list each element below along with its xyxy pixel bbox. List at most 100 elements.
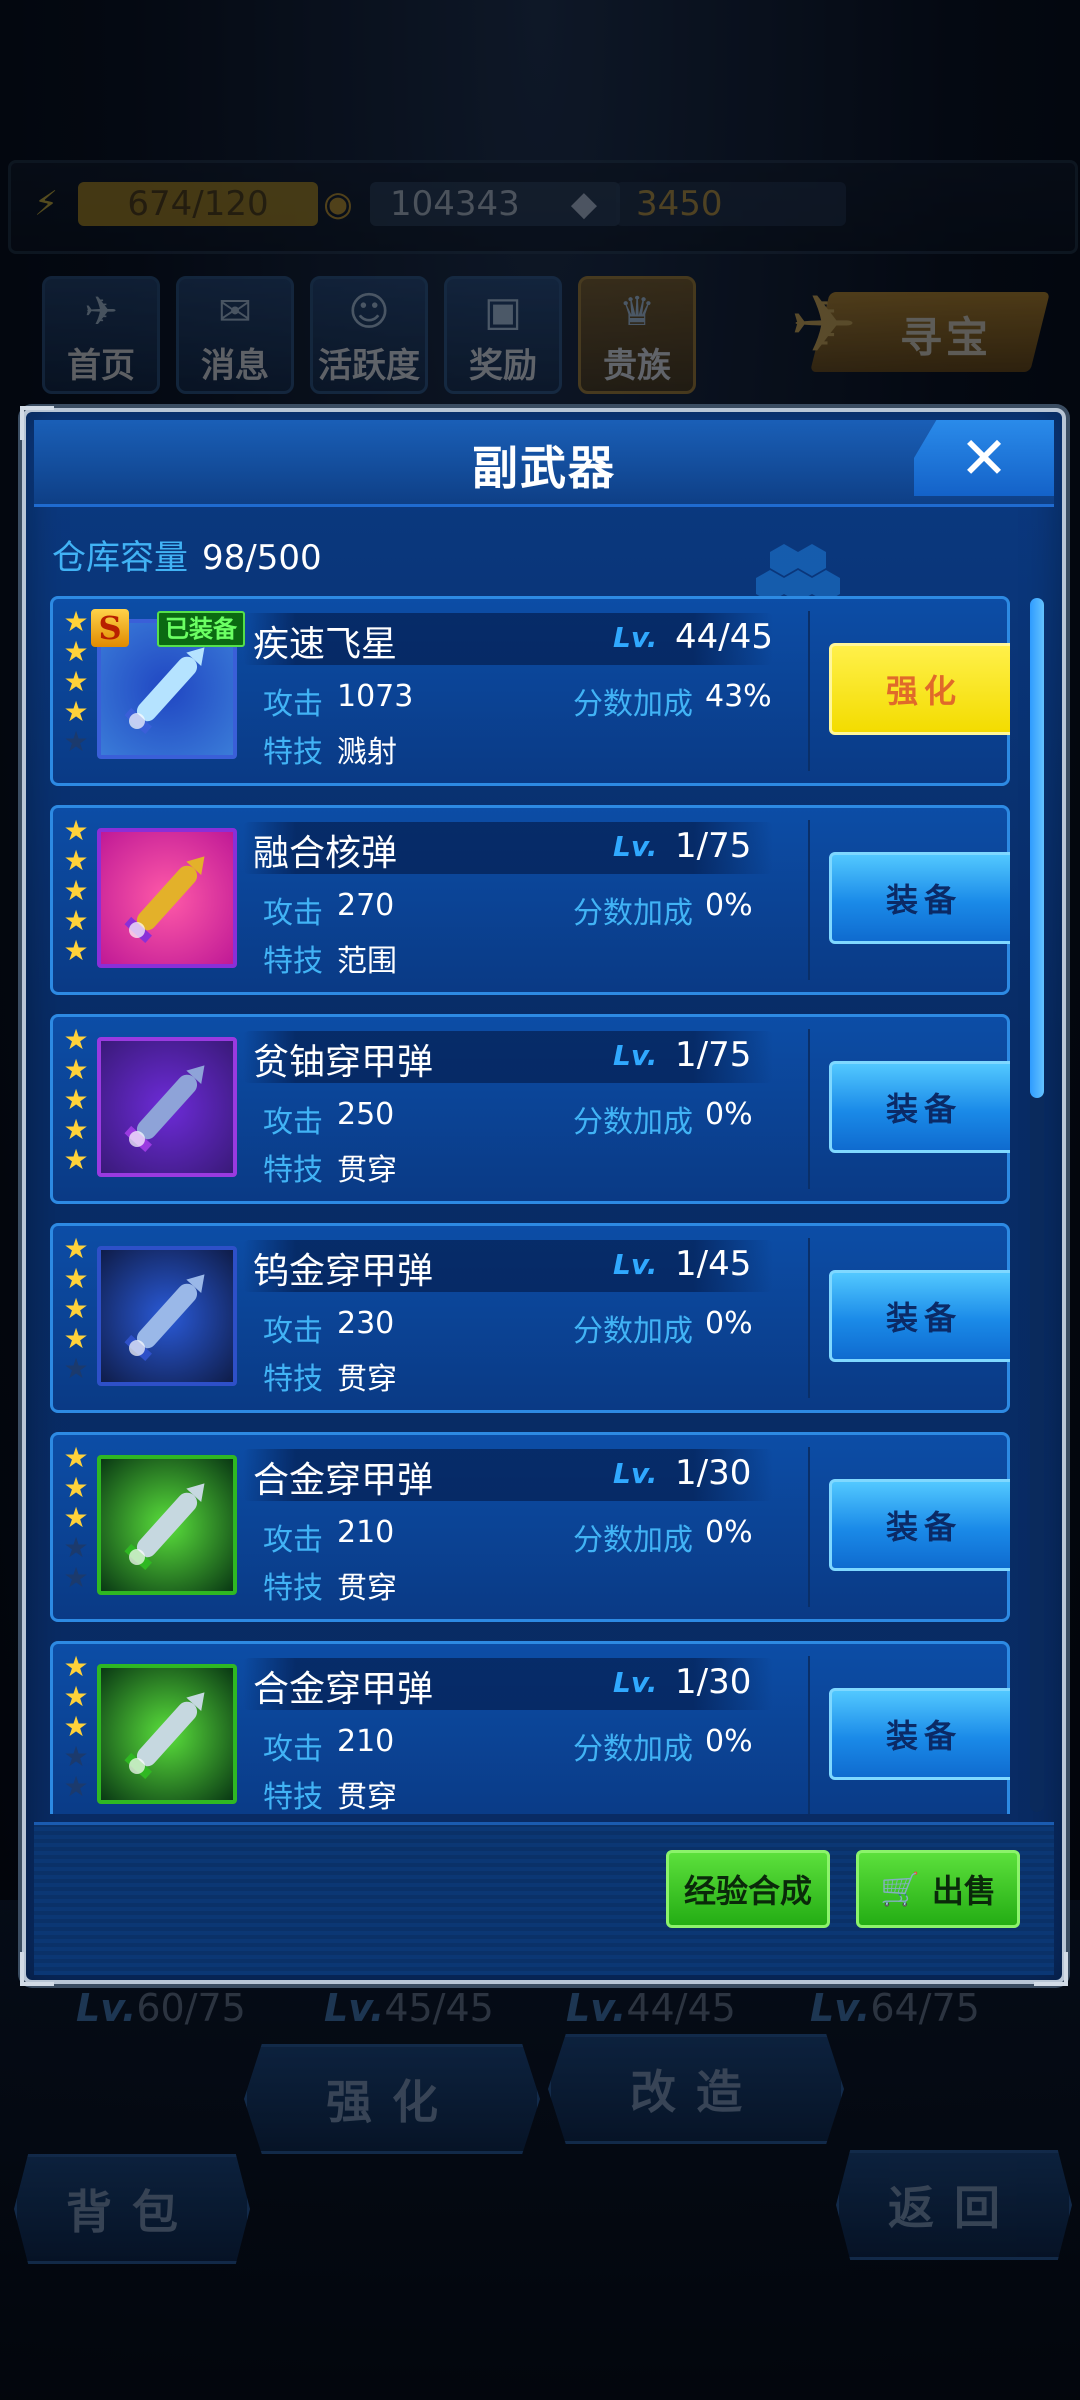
weapon-level: 44/45 — [675, 617, 773, 657]
score-bonus-value: 0% — [705, 1097, 753, 1132]
attack-label: 攻击 — [263, 1732, 323, 1767]
star-icon: ★ — [63, 1232, 89, 1265]
weapon-level: 1/45 — [675, 1244, 752, 1284]
weapon-card[interactable]: ★ ★ ★ ★ ★ — [50, 1223, 1010, 1413]
weapon-name: 合金穿甲弹 — [253, 1669, 434, 1710]
star-icon: ★ — [63, 904, 89, 937]
card-divider — [808, 820, 810, 980]
attack-value: 1073 — [337, 679, 414, 714]
skill-label: 特技 — [263, 944, 323, 979]
star-rating: ★ ★ ★ ★ ★ — [59, 1234, 93, 1384]
equip-button[interactable]: 装备 — [829, 1270, 1010, 1362]
score-bonus-value: 0% — [705, 1724, 753, 1759]
score-bonus-label: 分数加成 — [573, 1732, 693, 1767]
star-icon: ★ — [63, 1113, 89, 1146]
rank-s-badge: S — [91, 609, 129, 647]
skill-value: 贯穿 — [337, 1571, 397, 1606]
weapon-card[interactable]: ★ ★ ★ ★ ★ — [50, 805, 1010, 995]
star-icon: ★ — [63, 934, 89, 967]
skill-value: 溅射 — [337, 735, 397, 770]
star-icon: ★ — [63, 1352, 89, 1385]
star-rating: ★ ★ ★ ★ ★ — [59, 1652, 93, 1802]
skill-value: 范围 — [337, 944, 397, 979]
sell-button[interactable]: 🛒 出售 — [856, 1850, 1020, 1928]
star-icon: ★ — [63, 1531, 89, 1564]
weapon-name: 疾速飞星 — [253, 624, 398, 665]
close-icon: ✕ — [959, 424, 1009, 492]
close-button[interactable]: ✕ — [914, 420, 1054, 496]
weapon-thumbnail — [97, 1455, 237, 1595]
enhance-button[interactable]: 强化 — [829, 643, 1010, 735]
score-bonus-value: 0% — [705, 888, 753, 923]
attack-value: 270 — [337, 888, 395, 923]
missile-icon — [101, 1668, 233, 1800]
level-prefix: Lv. — [613, 1039, 658, 1072]
skill-value: 贯穿 — [337, 1362, 397, 1397]
weapon-name: 贫铀穿甲弹 — [253, 1042, 434, 1083]
level-prefix: Lv. — [613, 1457, 658, 1490]
star-icon: ★ — [63, 1710, 89, 1743]
star-icon: ★ — [63, 1083, 89, 1116]
star-icon: ★ — [63, 665, 89, 698]
equip-button[interactable]: 装备 — [829, 1688, 1010, 1780]
attack-label: 攻击 — [263, 896, 323, 931]
star-icon: ★ — [63, 605, 89, 638]
star-icon: ★ — [63, 1501, 89, 1534]
weapon-card[interactable]: ★ ★ ★ ★ ★ — [50, 1432, 1010, 1622]
attack-label: 攻击 — [263, 687, 323, 722]
capacity-label: 仓库容量 — [52, 538, 188, 578]
star-icon: ★ — [63, 1650, 89, 1683]
equip-button[interactable]: 装备 — [829, 852, 1010, 944]
skill-value: 贯穿 — [337, 1153, 397, 1188]
score-bonus-value: 43% — [705, 679, 772, 714]
star-icon: ★ — [63, 844, 89, 877]
weapon-card[interactable]: ★ ★ ★ ★ ★ — [50, 1014, 1010, 1204]
scrollbar[interactable] — [1030, 598, 1044, 1812]
card-divider — [808, 1656, 810, 1814]
corner-ornament — [20, 406, 54, 440]
corner-ornament — [20, 1952, 54, 1986]
exp-merge-button[interactable]: 经验合成 — [666, 1850, 830, 1928]
level-prefix: Lv. — [613, 1248, 658, 1281]
weapon-list[interactable]: ★ ★ ★ ★ ★ S 已装备 疾速飞星 Lv. 44/45 攻击 1073 分… — [50, 596, 1010, 1814]
skill-value: 贯穿 — [337, 1780, 397, 1814]
equip-button[interactable]: 装备 — [829, 1479, 1010, 1571]
attack-value: 210 — [337, 1724, 395, 1759]
attack-value: 250 — [337, 1097, 395, 1132]
star-icon: ★ — [63, 814, 89, 847]
score-bonus-value: 0% — [705, 1515, 753, 1550]
weapon-name: 融合核弹 — [253, 833, 398, 874]
exp-merge-label: 经验合成 — [683, 1872, 812, 1910]
score-bonus-label: 分数加成 — [573, 687, 693, 722]
skill-label: 特技 — [263, 735, 323, 770]
star-rating: ★ ★ ★ ★ ★ — [59, 816, 93, 966]
weapon-card[interactable]: ★ ★ ★ ★ ★ — [50, 596, 1010, 786]
star-icon: ★ — [63, 1471, 89, 1504]
scroll-thumb[interactable] — [1030, 598, 1044, 1098]
card-divider — [808, 1447, 810, 1607]
equip-button[interactable]: 装备 — [829, 1061, 1010, 1153]
missile-icon — [101, 832, 233, 964]
star-icon: ★ — [63, 1441, 89, 1474]
missile-icon — [101, 1041, 233, 1173]
missile-icon — [101, 1250, 233, 1382]
score-bonus-value: 0% — [705, 1306, 753, 1341]
weapon-level: 1/75 — [675, 1035, 752, 1075]
star-rating: ★ ★ ★ ★ ★ — [59, 607, 93, 757]
score-bonus-label: 分数加成 — [573, 1314, 693, 1349]
weapon-thumbnail — [97, 1664, 237, 1804]
skill-label: 特技 — [263, 1362, 323, 1397]
star-icon: ★ — [63, 1292, 89, 1325]
score-bonus-label: 分数加成 — [573, 1523, 693, 1558]
corner-ornament — [1034, 1952, 1068, 1986]
level-prefix: Lv. — [613, 830, 658, 863]
star-icon: ★ — [63, 1561, 89, 1594]
star-icon: ★ — [63, 725, 89, 758]
weapon-card[interactable]: ★ ★ ★ ★ ★ — [50, 1641, 1010, 1814]
equipped-badge: 已装备 — [157, 611, 245, 647]
attack-label: 攻击 — [263, 1314, 323, 1349]
attack-value: 210 — [337, 1515, 395, 1550]
weapon-level: 1/30 — [675, 1453, 752, 1493]
capacity-value: 98/500 — [202, 538, 322, 578]
star-icon: ★ — [63, 1680, 89, 1713]
